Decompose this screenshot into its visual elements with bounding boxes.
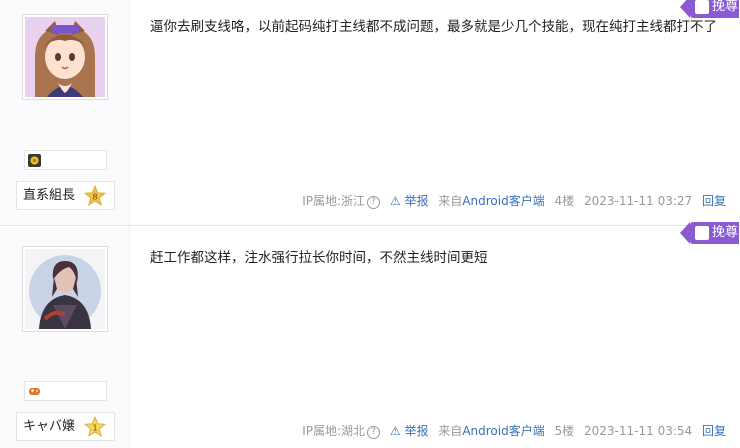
ip-location: IP属地:浙江? xyxy=(302,194,381,209)
report-link[interactable]: ⚠ 举报 xyxy=(390,194,429,208)
fan-badge[interactable] xyxy=(24,150,107,170)
flower-badge-icon xyxy=(28,154,41,167)
rank-label: 直系組長 xyxy=(23,188,76,203)
device-link[interactable]: Android客户端 xyxy=(462,194,544,208)
gift-label: 挽尊 xyxy=(712,0,739,14)
gift-button[interactable]: 挽尊 xyxy=(690,222,739,244)
device-link[interactable]: Android客户端 xyxy=(462,424,544,438)
gift-notch xyxy=(680,222,690,244)
device-source: 来自Android客户端 xyxy=(438,194,545,208)
user-sidebar: 直系組長 8 xyxy=(0,0,130,225)
post-4: 直系組長 8 挽尊 逼你去刷支线咯，以前起码纯打主线都不成问题，最多就是少几个技… xyxy=(0,0,740,226)
star-level-icon: 8 xyxy=(84,185,106,206)
gamepad-badge-icon xyxy=(29,388,40,395)
post-content: 赶工作都这样，注水强行拉长你时间，不然主线时间更短 xyxy=(150,250,488,266)
avatar[interactable] xyxy=(22,14,108,100)
gift-icon xyxy=(695,0,709,14)
rank-level: 1 xyxy=(92,424,97,433)
floor-number: 4楼 xyxy=(554,194,575,208)
rank-level: 8 xyxy=(92,193,97,202)
ip-location: IP属地:湖北? xyxy=(302,424,381,439)
device-source: 来自Android客户端 xyxy=(438,424,545,438)
post-time: 2023-11-11 03:27 xyxy=(584,194,693,208)
help-icon[interactable]: ? xyxy=(367,196,381,209)
rank-tag[interactable]: キャバ嬢 1 xyxy=(16,412,115,441)
reply-link[interactable]: 回复 xyxy=(702,424,726,438)
help-icon[interactable]: ? xyxy=(367,426,381,439)
reply-link[interactable]: 回复 xyxy=(702,194,726,208)
post-content: 逼你去刷支线咯，以前起码纯打主线都不成问题，最多就是少几个技能，现在纯打主线都打… xyxy=(150,19,717,35)
star-level-icon: 1 xyxy=(84,416,106,437)
gift-icon xyxy=(695,226,709,240)
post-meta: IP属地:湖北? ⚠ 举报 来自Android客户端 5楼 2023-11-11… xyxy=(296,422,726,439)
avatar[interactable] xyxy=(22,246,108,332)
dark-figure-avatar xyxy=(25,249,105,329)
gift-label: 挽尊 xyxy=(712,225,739,240)
report-link[interactable]: ⚠ 举报 xyxy=(390,424,429,438)
rank-label: キャバ嬢 xyxy=(23,419,76,434)
user-sidebar: キャバ嬢 1 xyxy=(0,226,130,448)
post-5: キャバ嬢 1 挽尊 赶工作都这样，注水强行拉长你时间，不然主线时间更短 IP属地… xyxy=(0,222,740,448)
floor-number: 5楼 xyxy=(554,424,575,438)
fan-badge[interactable] xyxy=(24,381,107,401)
rank-tag[interactable]: 直系組長 8 xyxy=(16,181,115,210)
post-meta: IP属地:浙江? ⚠ 举报 来自Android客户端 4楼 2023-11-11… xyxy=(296,192,726,209)
post-time: 2023-11-11 03:54 xyxy=(584,424,693,438)
anime-girl-avatar xyxy=(25,17,105,97)
